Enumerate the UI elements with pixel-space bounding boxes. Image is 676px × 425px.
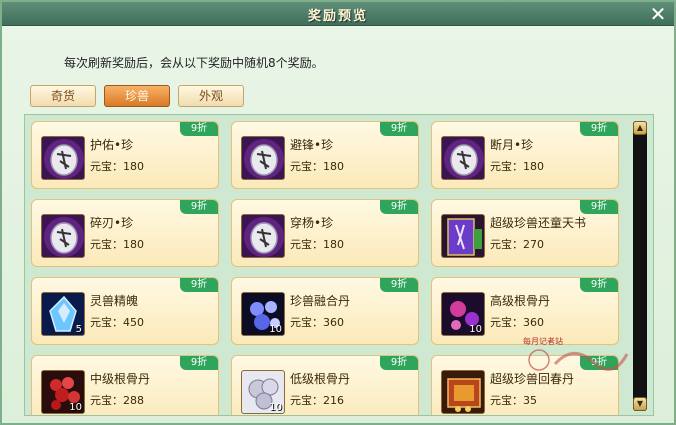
item-name: 高级根骨丹 — [490, 294, 551, 308]
item-price: 元宝：180 — [290, 238, 344, 251]
tab-curios[interactable]: 奇货 — [30, 85, 96, 107]
titlebar: 奖励预览 ✕ — [2, 2, 674, 26]
item-quantity: 5 — [75, 324, 82, 335]
item-name: 超级珍兽还童天书 — [490, 216, 587, 230]
skill-stone-icon[interactable] — [241, 214, 285, 258]
discount-badge: 9折 — [380, 356, 418, 370]
discount-badge: 9折 — [580, 200, 618, 214]
discount-badge: 9折 — [580, 278, 618, 292]
item-price: 元宝：180 — [490, 160, 544, 173]
bone-pill-icon[interactable]: 10 — [441, 292, 485, 336]
skill-stone-icon[interactable] — [241, 136, 285, 180]
reward-item-card[interactable]: 9折 10 中级根骨丹元宝：288 — [31, 355, 219, 415]
fusion-pill-icon[interactable]: 10 — [241, 292, 285, 336]
discount-badge: 9折 — [180, 356, 218, 370]
item-name: 灵兽精魄 — [90, 294, 139, 308]
item-quantity: 10 — [269, 324, 282, 335]
item-name: 珍兽融合丹 — [290, 294, 351, 308]
item-name: 中级根骨丹 — [90, 372, 151, 386]
watermark-logo: 每月记者站 — [523, 334, 633, 374]
item-name: 穿杨•珍 — [290, 216, 334, 230]
item-price: 元宝：180 — [90, 238, 144, 251]
item-price: 元宝：288 — [90, 394, 144, 407]
reward-item-card[interactable]: 9折 10 低级根骨丹元宝：216 — [231, 355, 419, 415]
scroll-book-icon[interactable] — [441, 214, 485, 258]
intro-text: 每次刷新奖励后，会从以下奖励中随机8个奖励。 — [64, 56, 324, 70]
berry-pill-icon[interactable]: 10 — [41, 370, 85, 414]
reward-item-card[interactable]: 9折避锋•珍元宝：180 — [231, 121, 419, 189]
crystal-soul-icon[interactable]: 5 — [41, 292, 85, 336]
item-price: 元宝：450 — [90, 316, 144, 329]
discount-badge: 9折 — [180, 200, 218, 214]
skill-stone-icon[interactable] — [41, 214, 85, 258]
reward-item-card[interactable]: 9折超级珍兽还童天书 元宝：270 — [431, 199, 619, 267]
tab-pets[interactable]: 珍兽 — [104, 85, 170, 107]
item-price: 元宝：216 — [290, 394, 344, 407]
item-price: 元宝：270 — [490, 238, 544, 251]
item-price: 元宝：360 — [290, 316, 344, 329]
item-price: 元宝：360 — [490, 316, 544, 329]
item-name: 护佑•珍 — [90, 138, 134, 152]
reward-preview-window: 奖励预览 ✕ 每次刷新奖励后，会从以下奖励中随机8个奖励。 奇货 珍兽 外观 9… — [0, 0, 676, 425]
discount-badge: 9折 — [580, 122, 618, 136]
skill-stone-icon[interactable] — [441, 136, 485, 180]
item-name: 断月•珍 — [490, 138, 534, 152]
reward-item-card[interactable]: 9折 10 珍兽融合丹元宝：360 — [231, 277, 419, 345]
item-name: 碎刃•珍 — [90, 216, 134, 230]
item-name: 避锋•珍 — [290, 138, 334, 152]
discount-badge: 9折 — [180, 278, 218, 292]
discount-badge: 9折 — [180, 122, 218, 136]
item-quantity: 10 — [69, 402, 82, 413]
skill-stone-icon[interactable] — [41, 136, 85, 180]
reward-item-card[interactable]: 9折碎刃•珍元宝：180 — [31, 199, 219, 267]
watermark-text: 每月记者站 — [523, 337, 563, 346]
item-price: 元宝：180 — [290, 160, 344, 173]
scroll-down-icon[interactable]: ▼ — [633, 397, 647, 411]
reward-item-card[interactable]: 9折断月•珍元宝：180 — [431, 121, 619, 189]
treasure-chest-icon[interactable] — [441, 370, 485, 414]
pearl-pill-icon[interactable]: 10 — [241, 370, 285, 414]
reward-item-card[interactable]: 9折穿杨•珍元宝：180 — [231, 199, 419, 267]
item-price: 元宝：35 — [490, 394, 537, 407]
scroll-up-icon[interactable]: ▲ — [633, 121, 647, 135]
reward-item-card[interactable]: 9折 5 灵兽精魄元宝：450 — [31, 277, 219, 345]
tab-appearance[interactable]: 外观 — [178, 85, 244, 107]
window-title: 奖励预览 — [307, 9, 368, 24]
reward-item-card[interactable]: 9折护佑•珍元宝：180 — [31, 121, 219, 189]
item-name: 低级根骨丹 — [290, 372, 351, 386]
discount-badge: 9折 — [380, 122, 418, 136]
item-quantity: 10 — [469, 324, 482, 335]
discount-badge: 9折 — [380, 200, 418, 214]
discount-badge: 9折 — [380, 278, 418, 292]
item-price: 元宝：180 — [90, 160, 144, 173]
close-icon[interactable]: ✕ — [648, 4, 668, 24]
item-quantity: 10 — [269, 402, 282, 413]
scrollbar[interactable]: ▲ ▼ — [633, 121, 647, 411]
